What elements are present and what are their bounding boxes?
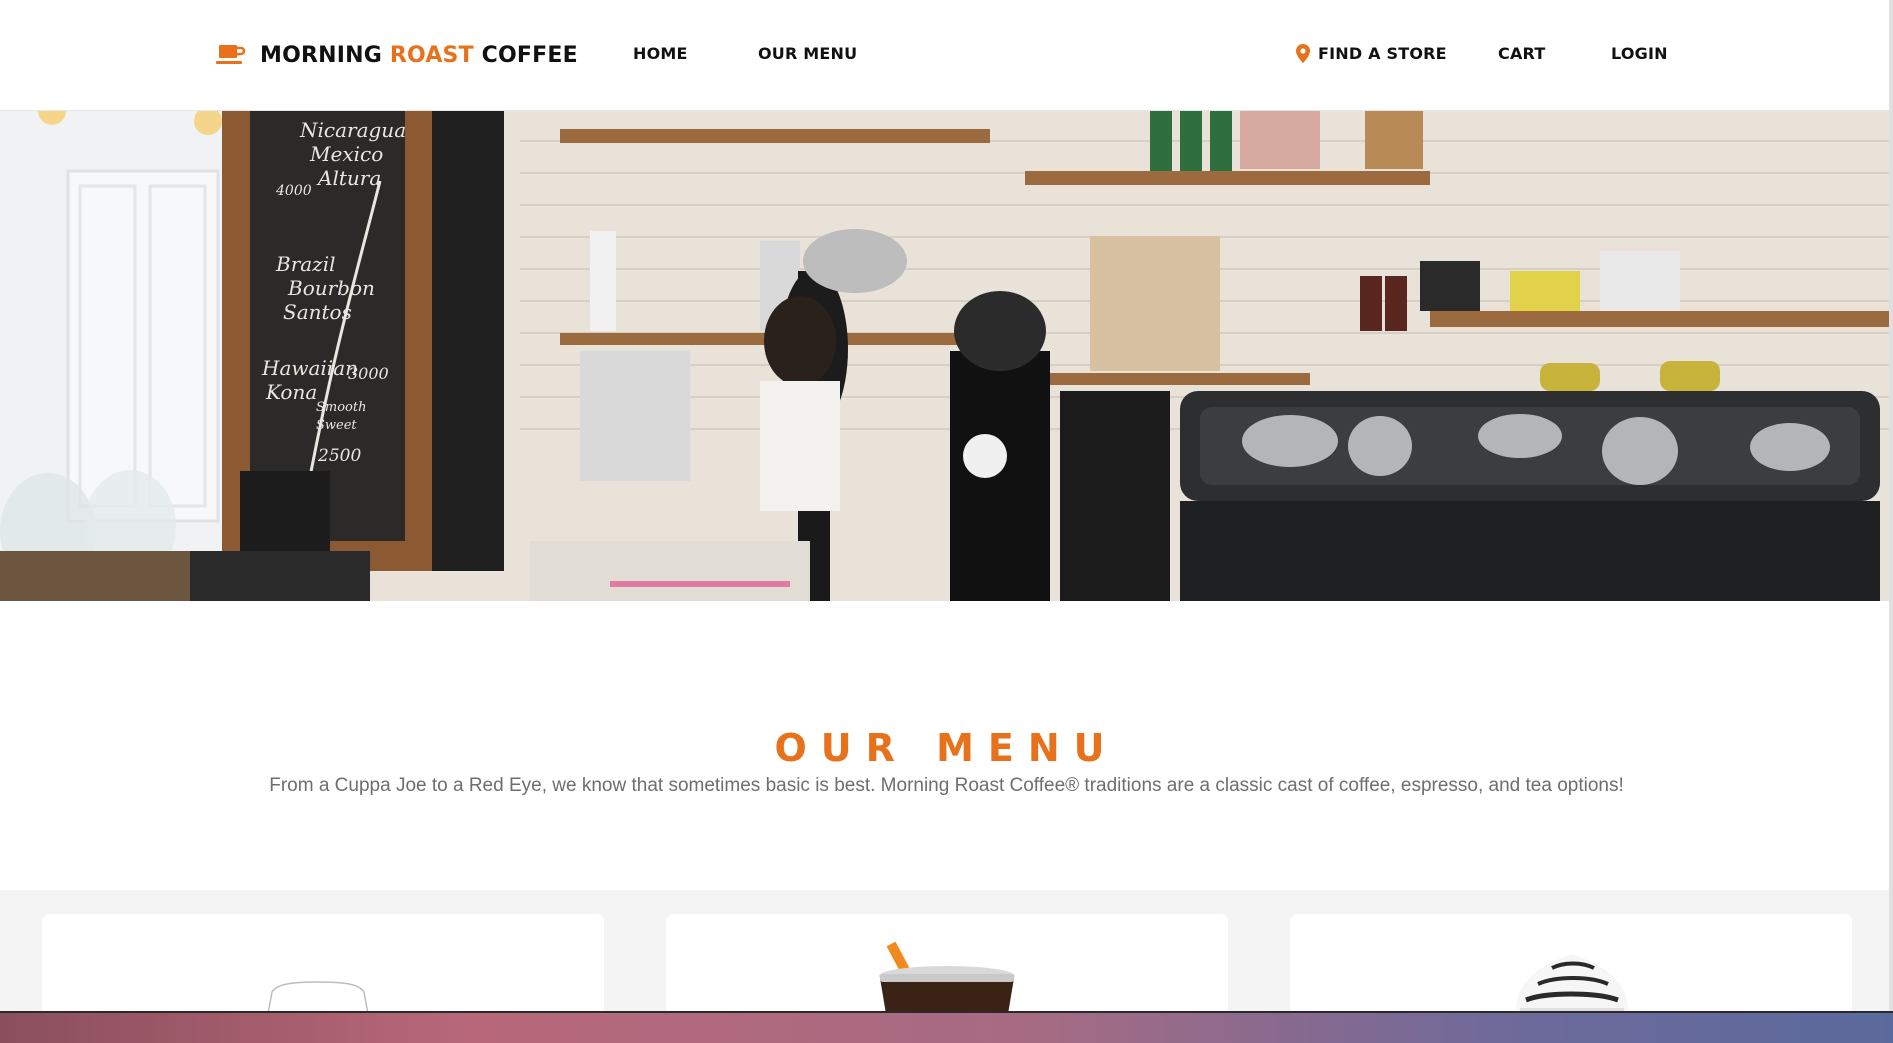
svg-text:Santos: Santos xyxy=(283,300,352,324)
site-header: MORNING ROAST COFFEE HOME OUR MENU FIND … xyxy=(0,0,1893,111)
svg-text:Mexico: Mexico xyxy=(309,142,383,166)
location-pin-icon xyxy=(1296,44,1310,63)
svg-text:Brazil: Brazil xyxy=(275,252,336,276)
menu-card-iced-coffee[interactable] xyxy=(666,914,1228,1014)
svg-text:4000: 4000 xyxy=(275,183,312,199)
brand-name-accent: ROAST xyxy=(389,42,474,68)
nav-login-link[interactable]: LOGIN xyxy=(1611,44,1668,63)
svg-text:Hawaiian: Hawaiian xyxy=(261,356,358,380)
menu-card-whipped-drink[interactable] xyxy=(1290,914,1852,1014)
menu-section-description: From a Cuppa Joe to a Red Eye, we know t… xyxy=(269,775,1624,796)
hot-coffee-cup-image xyxy=(267,981,369,1014)
page-scrollbar[interactable] xyxy=(1889,0,1893,1011)
whipped-cream-drink-image xyxy=(1516,954,1628,1014)
nav-home-link[interactable]: HOME xyxy=(633,44,688,63)
svg-text:3000: 3000 xyxy=(348,364,389,383)
svg-text:Bourbon: Bourbon xyxy=(287,276,375,300)
iced-coffee-cup-image xyxy=(879,941,1015,1014)
brand-name-part1: MORNING xyxy=(260,42,390,68)
nav-find-a-store-label: FIND A STORE xyxy=(1318,44,1447,63)
menu-section-title: OUR MENU xyxy=(774,725,1119,770)
coffee-shop-illustration: Nicaragua Mexico Altura 4000 Brazil Bour… xyxy=(0,111,1893,601)
hero-image: Nicaragua Mexico Altura 4000 Brazil Bour… xyxy=(0,111,1893,601)
svg-text:Nicaragua: Nicaragua xyxy=(299,118,406,142)
svg-text:Kona: Kona xyxy=(265,380,317,404)
nav-find-a-store-link[interactable]: FIND A STORE xyxy=(1296,44,1447,63)
brand-logo-link[interactable]: MORNING ROAST COFFEE xyxy=(216,38,578,72)
nav-cart-link[interactable]: CART xyxy=(1498,44,1545,63)
bottom-overlay-strip xyxy=(0,1011,1893,1043)
svg-text:Altura: Altura xyxy=(316,166,381,190)
brand-name: MORNING ROAST COFFEE xyxy=(260,43,578,68)
brand-name-part3: COFFEE xyxy=(473,42,578,68)
menu-card-hot-coffee[interactable] xyxy=(42,914,604,1014)
coffee-cup-icon xyxy=(216,45,246,64)
svg-text:2500: 2500 xyxy=(317,446,361,466)
nav-our-menu-link[interactable]: OUR MENU xyxy=(758,44,857,63)
